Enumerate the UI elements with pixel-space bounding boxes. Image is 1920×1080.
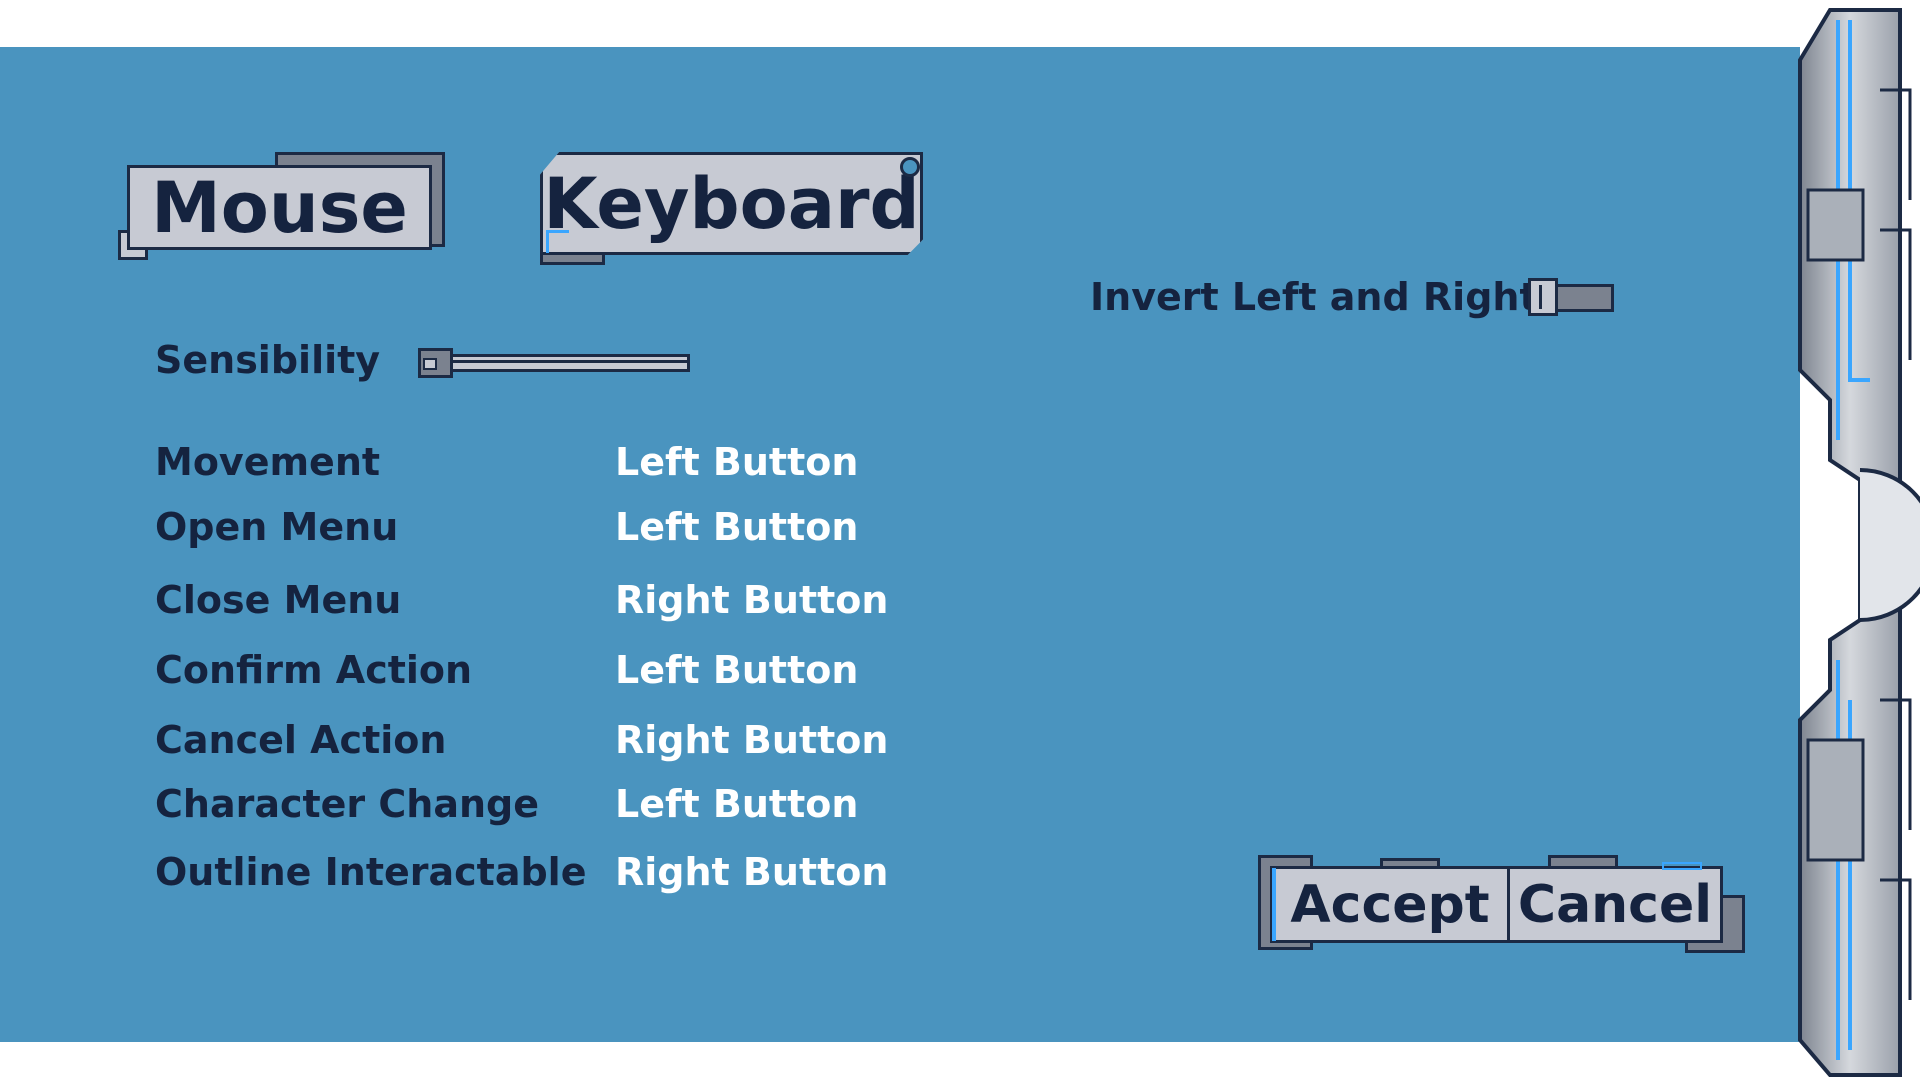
sensibility-track-line — [430, 360, 690, 363]
invert-knob — [1528, 278, 1558, 316]
binding-key[interactable]: Left Button — [615, 440, 858, 484]
binding-key[interactable]: Right Button — [615, 850, 888, 894]
binding-key[interactable]: Right Button — [615, 718, 888, 762]
accept-accent — [1272, 868, 1276, 941]
binding-action: Confirm Action — [155, 648, 473, 692]
metal-frame — [1798, 8, 1920, 1077]
binding-key[interactable]: Left Button — [615, 505, 858, 549]
binding-action: Outline Interactable — [155, 850, 587, 894]
sensibility-slider[interactable] — [405, 348, 690, 378]
sensibility-handle[interactable] — [417, 348, 453, 378]
tab-mouse-label: Mouse — [127, 165, 432, 250]
binding-action: Open Menu — [155, 505, 399, 549]
cancel-button[interactable]: Cancel — [1507, 866, 1723, 943]
invert-label: Invert Left and Right — [1090, 275, 1538, 319]
cancel-accent — [1662, 862, 1702, 870]
tab-keyboard-label: Keyboard — [540, 152, 923, 255]
binding-action: Character Change — [155, 782, 540, 826]
binding-key[interactable]: Left Button — [615, 782, 858, 826]
binding-key[interactable]: Right Button — [615, 578, 888, 622]
sensibility-track — [430, 354, 690, 372]
binding-action: Close Menu — [155, 578, 402, 622]
tab-keyboard-dot — [900, 157, 920, 177]
invert-toggle[interactable] — [1528, 278, 1614, 316]
binding-key[interactable]: Left Button — [615, 648, 858, 692]
sensibility-label: Sensibility — [155, 338, 381, 382]
tab-keyboard-accent — [546, 230, 569, 253]
accept-button[interactable]: Accept — [1270, 866, 1510, 943]
binding-action: Movement — [155, 440, 381, 484]
binding-action: Cancel Action — [155, 718, 447, 762]
